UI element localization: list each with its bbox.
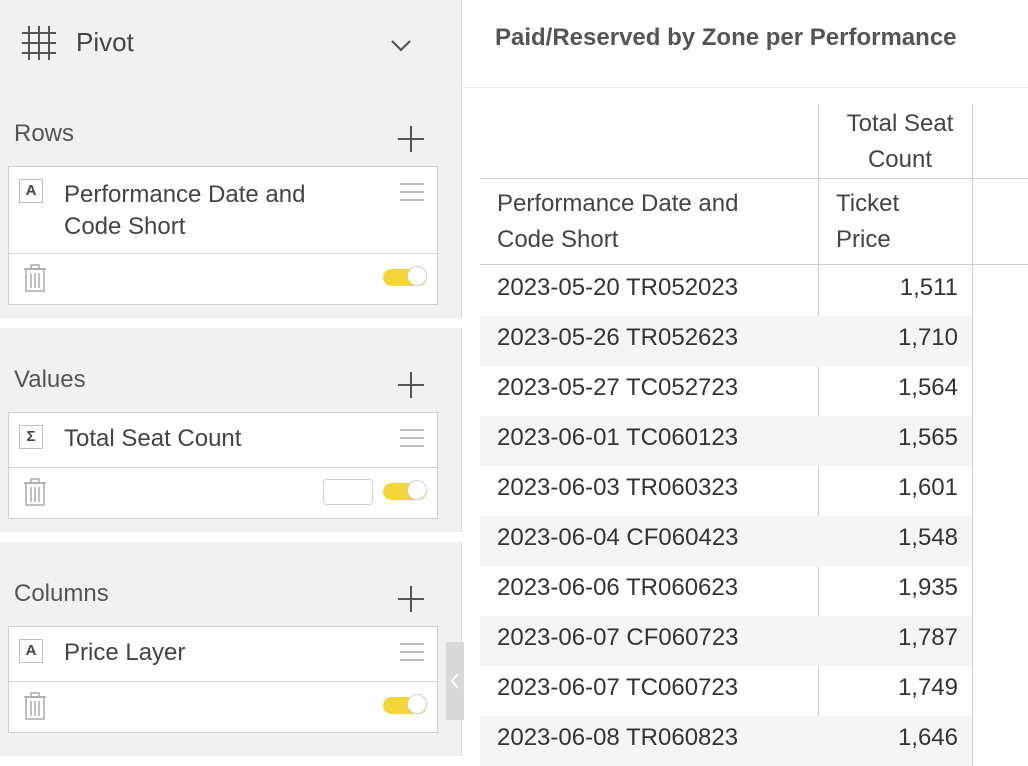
column-divider xyxy=(972,104,973,766)
add-row-button[interactable] xyxy=(396,124,426,154)
values-section-title: Values xyxy=(14,366,86,393)
row-label: 2023-06-03 TR060323 xyxy=(497,474,739,501)
row-value: 1,601 xyxy=(897,474,958,501)
section-divider xyxy=(0,756,462,766)
row-value: 1,511 xyxy=(899,274,958,301)
drag-handle-icon[interactable] xyxy=(399,181,425,203)
table-row[interactable]: 2023-06-04 CF060423 1,548 xyxy=(480,516,972,566)
rows-field-toggle[interactable] xyxy=(383,266,427,288)
rows-field-name: Performance Date and Code Short xyxy=(64,181,306,240)
columns-field-name: Price Layer xyxy=(64,639,186,666)
row-value: 1,710 xyxy=(897,324,958,351)
row-label: 2023-06-07 TC060723 xyxy=(497,674,739,701)
row-value: 1,787 xyxy=(897,624,958,651)
text-type-badge: A xyxy=(19,639,43,663)
row-value: 1,935 xyxy=(897,574,958,601)
row-value: 1,646 xyxy=(897,724,958,751)
report-header: Paid/Reserved by Zone per Performance xyxy=(463,0,1028,88)
table-row[interactable]: 2023-06-07 TC060723 1,749 xyxy=(480,666,972,716)
trash-icon[interactable] xyxy=(23,264,47,292)
table-row[interactable]: 2023-05-26 TR052623 1,710 xyxy=(480,316,972,366)
row-value: 1,564 xyxy=(897,374,958,401)
table-row[interactable]: 2023-06-06 TR060623 1,935 xyxy=(480,566,972,616)
rows-section-title: Rows xyxy=(14,120,75,147)
table-row[interactable]: 2023-05-20 TR052023 1,511 xyxy=(480,266,972,316)
row-header: Performance Date and Code Short xyxy=(497,190,739,253)
columns-field-card[interactable]: A Price Layer xyxy=(8,626,438,733)
drag-handle-icon[interactable] xyxy=(399,641,425,663)
section-divider xyxy=(0,318,462,328)
report-title: Paid/Reserved by Zone per Performance xyxy=(495,24,957,51)
drag-handle-icon[interactable] xyxy=(399,427,425,449)
columns-section-title: Columns xyxy=(14,580,109,607)
table-row[interactable]: 2023-06-08 TR060823 1,646 xyxy=(480,716,972,766)
row-label: 2023-06-06 TR060623 xyxy=(497,574,739,601)
table-row[interactable]: 2023-06-01 TC060123 1,565 xyxy=(480,416,972,466)
pivot-panel: Pivot Rows A Performance Date and Code S… xyxy=(0,0,464,766)
column-header-top: Total Seat Count xyxy=(846,110,954,173)
row-label: 2023-05-27 TC052723 xyxy=(497,374,739,401)
row-value: 1,565 xyxy=(897,424,958,451)
row-value: 1,749 xyxy=(897,674,958,701)
add-value-button[interactable] xyxy=(396,370,426,400)
values-field-name: Total Seat Count xyxy=(64,425,242,452)
aggregation-selector[interactable] xyxy=(323,479,373,505)
grid-icon xyxy=(22,26,56,60)
add-column-button[interactable] xyxy=(396,584,426,614)
row-label: 2023-06-04 CF060423 xyxy=(497,524,739,551)
row-label: 2023-06-07 CF060723 xyxy=(497,624,739,651)
collapse-panel-button[interactable] xyxy=(446,642,464,720)
chevron-down-icon[interactable] xyxy=(388,32,414,58)
header-divider xyxy=(480,264,1028,265)
row-label: 2023-05-26 TR052623 xyxy=(497,324,739,351)
columns-field-toggle[interactable] xyxy=(383,694,427,716)
values-field-card[interactable]: Σ Total Seat Count xyxy=(8,412,438,519)
trash-icon[interactable] xyxy=(23,692,47,720)
panel-title: Pivot xyxy=(76,27,134,57)
table-row[interactable]: 2023-06-03 TR060323 1,601 xyxy=(480,466,972,516)
section-divider xyxy=(0,532,462,542)
table-row[interactable]: 2023-06-07 CF060723 1,787 xyxy=(480,616,972,666)
panel-header: Pivot xyxy=(0,0,462,88)
header-divider xyxy=(480,178,1028,179)
row-label: 2023-06-01 TC060123 xyxy=(497,424,739,451)
row-value: 1,548 xyxy=(897,524,958,551)
pivot-table: Total Seat Count Performance Date and Co… xyxy=(480,104,1028,766)
chevron-left-icon xyxy=(450,673,459,689)
trash-icon[interactable] xyxy=(23,478,47,506)
table-row[interactable]: 2023-05-27 TC052723 1,564 xyxy=(480,366,972,416)
text-type-badge: A xyxy=(19,179,43,203)
sum-type-badge: Σ xyxy=(19,425,43,449)
row-label: 2023-06-08 TR060823 xyxy=(497,724,739,751)
rows-field-card[interactable]: A Performance Date and Code Short xyxy=(8,166,438,305)
row-label: 2023-05-20 TR052023 xyxy=(497,274,739,301)
column-header-sub: Ticket Price xyxy=(836,190,900,253)
values-field-toggle[interactable] xyxy=(383,480,427,502)
